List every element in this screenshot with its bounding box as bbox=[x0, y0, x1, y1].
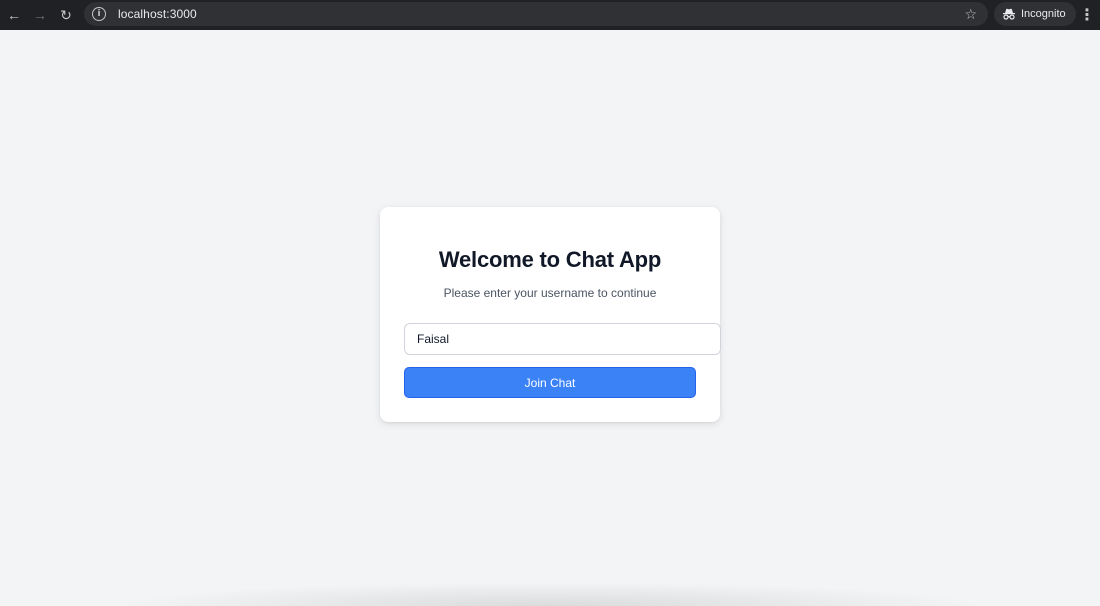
join-chat-button[interactable]: Join Chat bbox=[404, 367, 696, 398]
login-card: Welcome to Chat App Please enter your us… bbox=[380, 207, 721, 422]
back-arrow-icon[interactable]: ← bbox=[3, 4, 25, 26]
reload-icon[interactable]: ↻ bbox=[55, 4, 77, 26]
incognito-label: Incognito bbox=[1021, 8, 1066, 20]
bookmark-star-icon[interactable]: ☆ bbox=[964, 5, 977, 23]
browser-toolbar: ← → ↻ i localhost:3000 ☆ Incognito ⋮ bbox=[0, 0, 1100, 30]
site-info-icon[interactable]: i bbox=[92, 7, 106, 21]
page-content: Welcome to Chat App Please enter your us… bbox=[0, 30, 1100, 606]
forward-arrow-icon[interactable]: → bbox=[29, 4, 51, 26]
incognito-indicator[interactable]: Incognito bbox=[994, 2, 1076, 26]
username-input[interactable] bbox=[404, 323, 721, 355]
url-text[interactable]: localhost:3000 bbox=[118, 7, 197, 21]
bottom-shadow bbox=[110, 582, 990, 606]
page-subtitle: Please enter your username to continue bbox=[443, 286, 657, 300]
address-bar[interactable]: i localhost:3000 ☆ bbox=[84, 2, 988, 26]
more-menu-icon[interactable]: ⋮ bbox=[1079, 4, 1095, 26]
page-title: Welcome to Chat App bbox=[438, 247, 662, 272]
incognito-icon bbox=[1002, 8, 1016, 20]
